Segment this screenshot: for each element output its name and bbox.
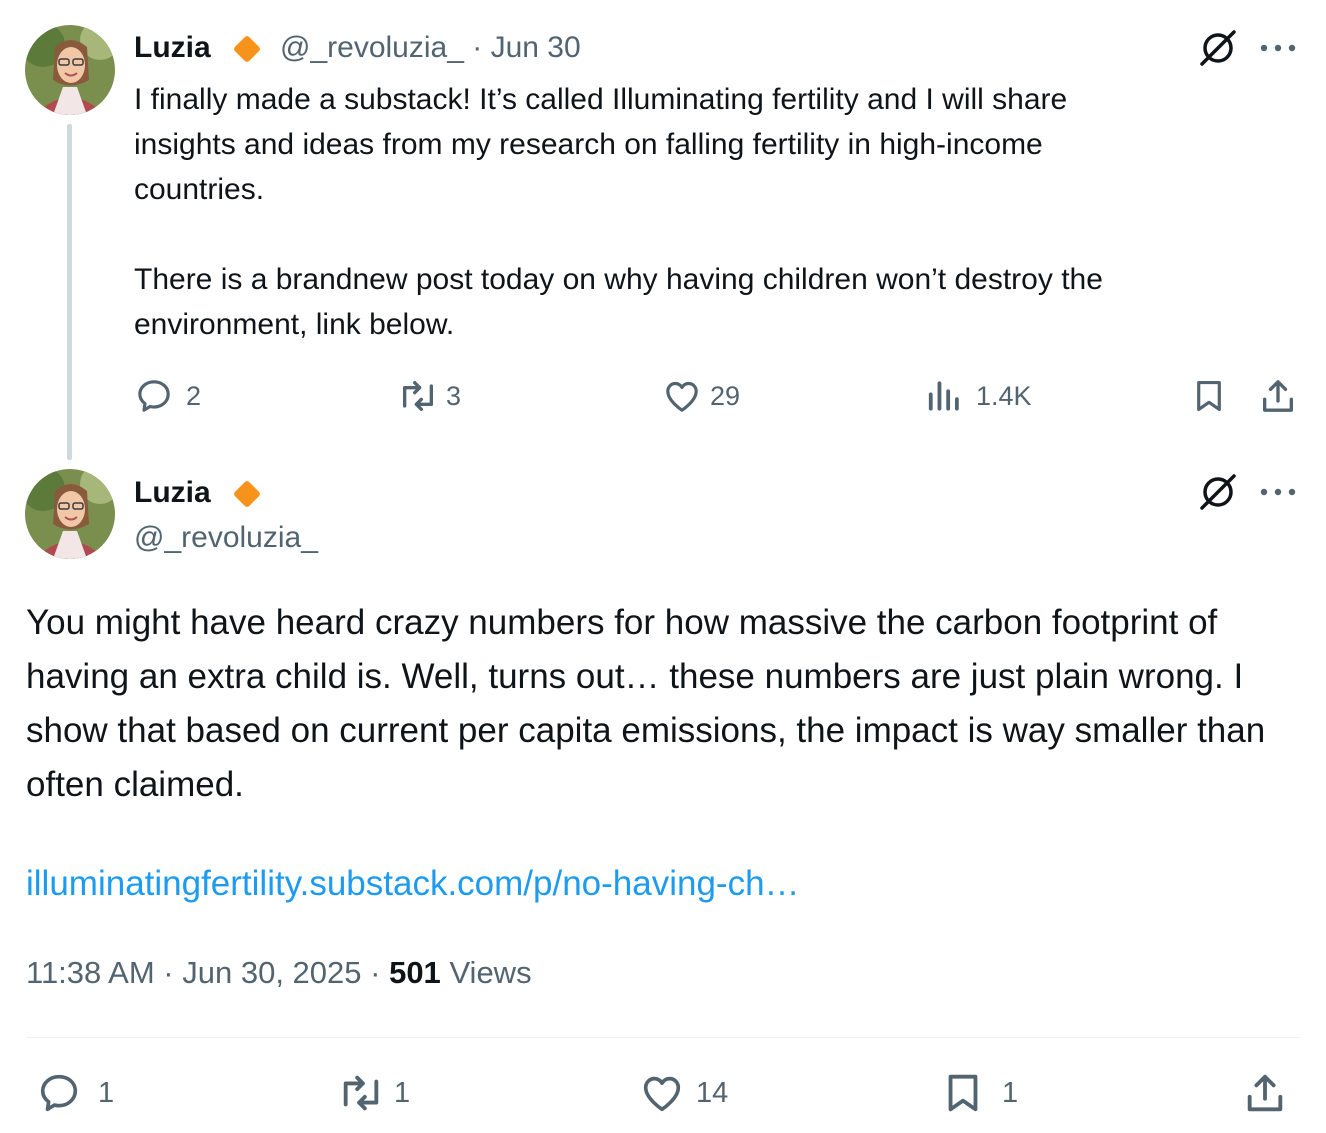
repost-button[interactable]: 3 — [396, 376, 461, 416]
more-dots-icon[interactable] — [1260, 488, 1296, 496]
repost-icon — [402, 381, 433, 411]
heart-icon — [666, 381, 698, 412]
grok-slash-icon[interactable] — [1198, 472, 1238, 512]
tweet-full-date[interactable]: Jun 30, 2025 — [182, 955, 361, 990]
repost-count: 1 — [394, 1076, 411, 1109]
reply-icon — [40, 1074, 78, 1112]
grok-slash-icon[interactable] — [1198, 28, 1238, 68]
bookmark-icon — [948, 1074, 978, 1112]
tweet-text-line: I finally made a substack! It’s called I… — [134, 83, 1068, 116]
tweet-time[interactable]: 11:38 AM — [26, 955, 155, 990]
tweet-text-line: environment, link below. — [134, 308, 455, 341]
reply-button[interactable]: 1 — [36, 1070, 114, 1116]
author-name[interactable]: Luzia — [134, 476, 211, 510]
views-button[interactable]: 1.4K — [926, 376, 1032, 416]
views-label: Views — [449, 955, 532, 990]
tweet-metadata: 11:38 AM · Jun 30, 2025 · 501 Views — [26, 955, 532, 991]
tweet-text: You might have heard crazy numbers for h… — [26, 603, 1266, 804]
reply-count: 1 — [98, 1076, 115, 1109]
tweet-text: I finally made a substack! It’s called I… — [134, 77, 1294, 347]
share-icon — [1263, 380, 1293, 412]
views-chart-icon — [928, 381, 959, 411]
orange-diamond-badge-icon — [232, 34, 262, 64]
bookmark-button[interactable]: 1 — [940, 1070, 1018, 1116]
thread-connector — [67, 124, 72, 460]
tweet-text-line: There is a brandnew post today on why ha… — [134, 263, 1103, 296]
reply-icon — [138, 380, 170, 412]
more-dots-icon[interactable] — [1260, 44, 1296, 52]
like-count: 29 — [710, 380, 741, 411]
repost-button[interactable]: 1 — [336, 1070, 410, 1116]
reply-count: 2 — [186, 380, 202, 411]
meta-separator: · — [154, 955, 183, 990]
author-handle[interactable]: @_revoluzia_ — [134, 521, 318, 555]
share-button[interactable] — [1258, 376, 1298, 416]
avatar[interactable] — [25, 25, 115, 115]
handle-date-separator: · — [463, 31, 491, 64]
repost-icon — [343, 1075, 379, 1111]
bookmark-button[interactable] — [1190, 376, 1228, 416]
bookmark-count: 1 — [1002, 1076, 1019, 1109]
article-link[interactable]: illuminatingfertility.substack.com/p/no-… — [26, 864, 800, 904]
author-name[interactable]: Luzia — [134, 31, 211, 65]
like-button[interactable]: 29 — [662, 376, 740, 416]
share-button[interactable] — [1242, 1070, 1288, 1116]
meta-separator: · — [361, 955, 390, 990]
avatar[interactable] — [25, 469, 115, 559]
tweet-date[interactable]: Jun 30 — [491, 31, 581, 64]
share-icon — [1247, 1074, 1283, 1112]
bookmark-icon — [1197, 380, 1221, 412]
like-button[interactable]: 14 — [638, 1070, 728, 1116]
repost-count: 3 — [446, 380, 462, 411]
tweet-text-line: countries. — [134, 173, 265, 206]
author-handle[interactable]: @_revoluzia_ — [280, 31, 464, 64]
orange-diamond-badge-icon — [232, 479, 262, 509]
views-count: 1.4K — [976, 380, 1032, 411]
tweet-text-line: insights and ideas from my research on f… — [134, 128, 1043, 161]
views-count: 501 — [389, 955, 441, 990]
divider — [26, 1037, 1300, 1038]
heart-icon — [643, 1076, 681, 1112]
author-handle-date: @_revoluzia_ · Jun 30 — [280, 31, 581, 65]
reply-button[interactable]: 2 — [134, 376, 201, 416]
like-count: 14 — [696, 1076, 729, 1109]
